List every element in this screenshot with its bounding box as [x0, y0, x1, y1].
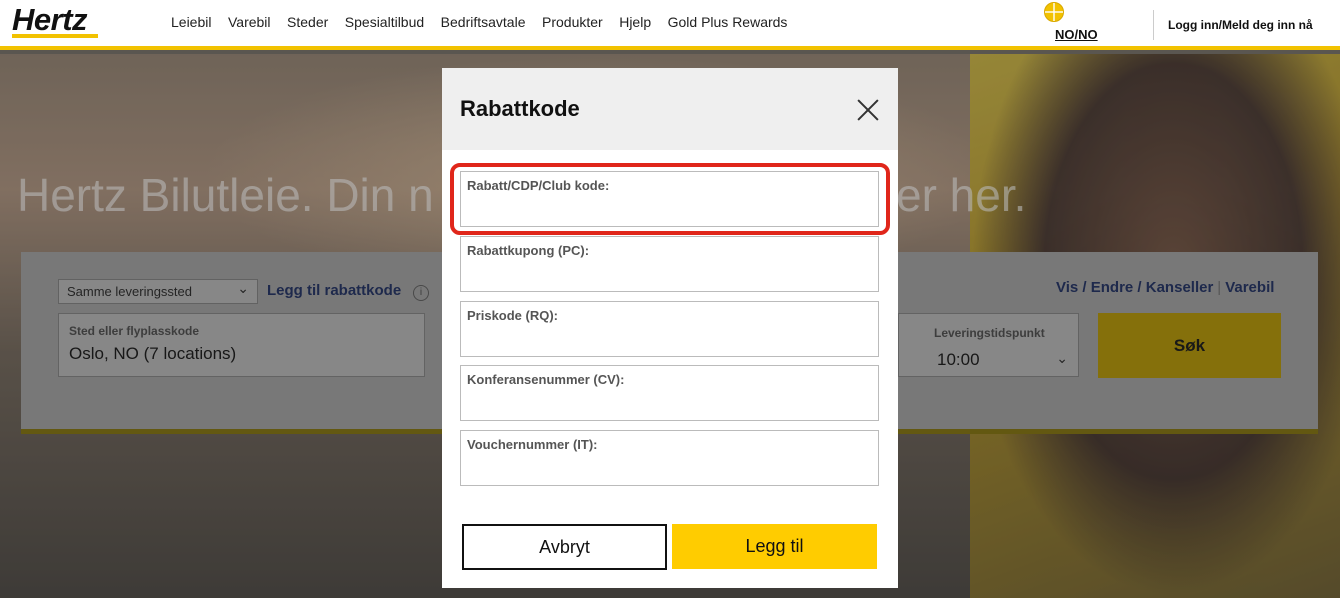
nav-item-bedriftsavtale[interactable]: Bedriftsavtale — [441, 14, 526, 30]
login-link[interactable]: Logg inn/Meld deg inn nå — [1168, 18, 1313, 32]
conference-number-field[interactable]: Konferansenummer (CV): — [460, 365, 879, 421]
field-label: Vouchernummer (IT): — [467, 437, 598, 452]
language-selector[interactable]: NO/NO — [1055, 27, 1098, 42]
add-button[interactable]: Legg til — [672, 524, 877, 569]
nav-item-leiebil[interactable]: Leiebil — [171, 14, 211, 30]
price-code-field[interactable]: Priskode (RQ): — [460, 301, 879, 357]
nav-item-spesialtilbud[interactable]: Spesialtilbud — [345, 14, 424, 30]
discount-code-modal: Rabattkode Rabatt/CDP/Club kode: Rabattk… — [442, 68, 898, 588]
site-header: Hertz Leiebil Varebil Steder Spesialtilb… — [0, 0, 1340, 50]
nav-item-varebil[interactable]: Varebil — [228, 14, 271, 30]
header-divider — [1153, 10, 1154, 40]
modal-header: Rabattkode — [442, 68, 898, 150]
voucher-number-field[interactable]: Vouchernummer (IT): — [460, 430, 879, 486]
highlight-annotation — [450, 163, 890, 235]
modal-title: Rabattkode — [460, 96, 580, 121]
field-label: Priskode (RQ): — [467, 308, 559, 323]
field-label: Rabattkupong (PC): — [467, 243, 590, 258]
logo-underline — [12, 34, 98, 38]
conference-number-input[interactable] — [467, 392, 867, 416]
nav-item-hjelp[interactable]: Hjelp — [619, 14, 651, 30]
discount-coupon-field[interactable]: Rabattkupong (PC): — [460, 236, 879, 292]
discount-coupon-input[interactable] — [467, 263, 867, 287]
nav-item-steder[interactable]: Steder — [287, 14, 328, 30]
field-label: Konferansenummer (CV): — [467, 372, 625, 387]
nav-item-gold-plus-rewards[interactable]: Gold Plus Rewards — [668, 14, 788, 30]
voucher-number-input[interactable] — [467, 457, 867, 481]
price-code-input[interactable] — [467, 328, 867, 352]
main-nav: Leiebil Varebil Steder Spesialtilbud Bed… — [171, 14, 804, 30]
close-icon[interactable] — [856, 98, 880, 122]
cancel-button[interactable]: Avbryt — [462, 524, 667, 570]
hertz-logo[interactable]: Hertz — [12, 2, 88, 38]
nav-item-produkter[interactable]: Produkter — [542, 14, 603, 30]
globe-icon[interactable] — [1044, 2, 1064, 22]
